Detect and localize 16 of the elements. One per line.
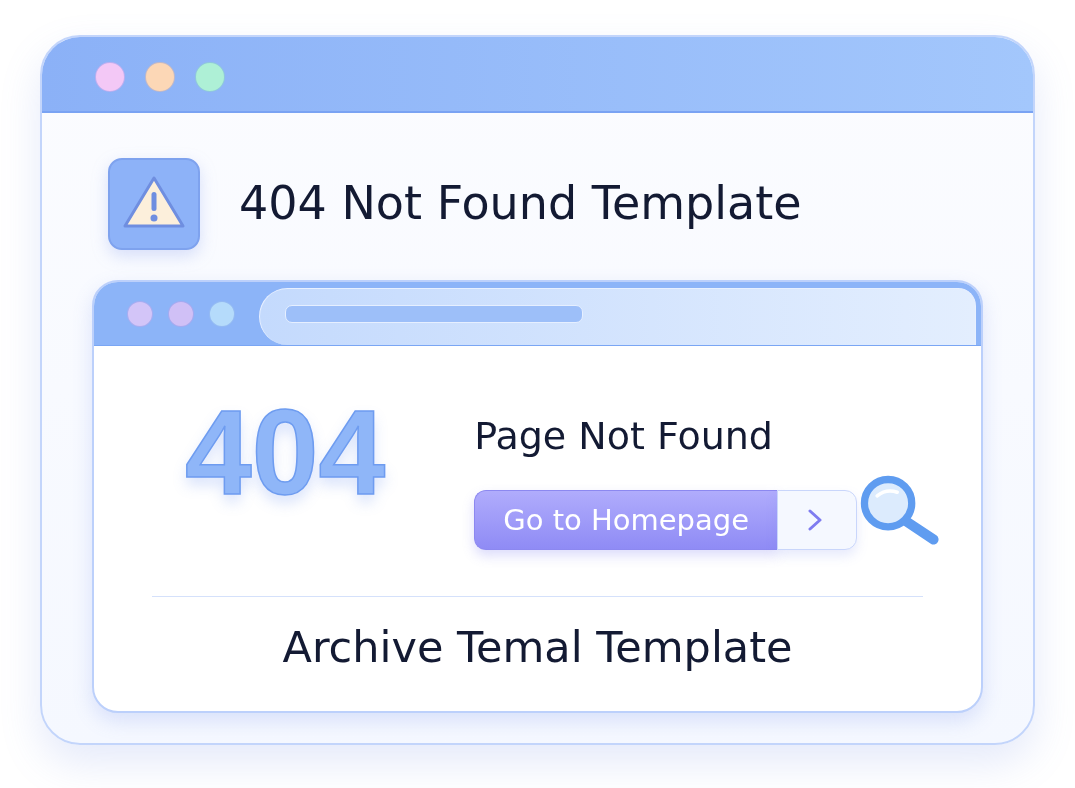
window-control-icon[interactable] — [127, 300, 153, 327]
warning-icon — [108, 158, 200, 250]
homepage-button[interactable]: Go to Homepage — [474, 489, 778, 550]
error-heading: Page Not Found — [474, 414, 773, 460]
window-control-icon[interactable] — [168, 300, 194, 327]
window-control-icon[interactable] — [209, 300, 235, 327]
chevron-right-icon — [808, 508, 823, 531]
page-title: 404 Not Found Template — [239, 176, 802, 232]
footer-text: Archive Temal Template — [282, 622, 793, 674]
error-code: 404 — [185, 392, 386, 512]
window-control-icon[interactable] — [95, 62, 125, 92]
window-control-icon[interactable] — [195, 62, 225, 92]
arrow-button[interactable] — [777, 489, 858, 550]
window-control-icon[interactable] — [145, 62, 175, 92]
address-bar[interactable] — [259, 288, 976, 345]
search-icon — [859, 473, 940, 545]
